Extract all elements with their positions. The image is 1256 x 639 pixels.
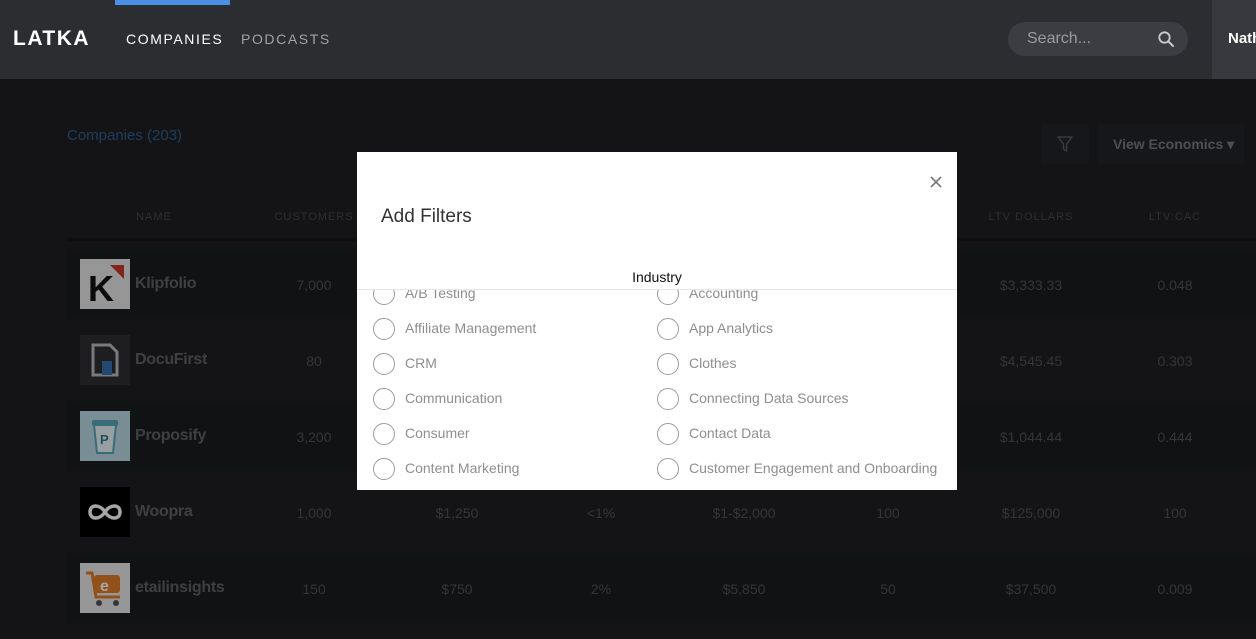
option-label: Accounting	[689, 290, 759, 301]
industry-option[interactable]: App Analytics	[657, 317, 947, 341]
search-box	[1008, 22, 1188, 56]
option-label: Communication	[405, 390, 503, 406]
option-label: A/B Testing	[405, 290, 476, 301]
industry-option[interactable]: CRM	[373, 352, 663, 376]
industry-option[interactable]: Customer Engagement and Onboarding	[657, 457, 947, 481]
radio-button[interactable]	[373, 423, 395, 445]
option-label: Clothes	[689, 355, 737, 371]
radio-button[interactable]	[373, 290, 395, 305]
top-navbar: LATKA COMPANIES PODCASTS Nathan	[0, 0, 1256, 79]
option-label: Consumer	[405, 425, 470, 441]
industry-option[interactable]: Consumer	[373, 422, 663, 446]
industry-option[interactable]: Clothes	[657, 352, 947, 376]
option-label: CRM	[405, 355, 437, 371]
radio-button[interactable]	[657, 388, 679, 410]
nav-podcasts[interactable]: PODCASTS	[241, 31, 331, 47]
radio-button[interactable]	[657, 353, 679, 375]
close-icon[interactable]	[926, 172, 946, 192]
add-filters-modal: Add Filters Industry A/B Testing Account…	[357, 152, 957, 490]
industry-option[interactable]: A/B Testing	[373, 290, 663, 306]
active-tab-indicator	[115, 0, 230, 5]
industry-option[interactable]: Accounting	[657, 290, 947, 306]
radio-button[interactable]	[373, 388, 395, 410]
option-label: Affiliate Management	[405, 320, 537, 336]
industry-option[interactable]: Content Marketing	[373, 457, 663, 481]
option-label: Connecting Data Sources	[689, 390, 849, 406]
option-label: Contact Data	[689, 425, 771, 441]
industry-section-label: Industry	[632, 269, 682, 285]
user-menu[interactable]: Nathan	[1212, 0, 1256, 79]
option-label: Customer Engagement and Onboarding	[689, 460, 938, 476]
radio-button[interactable]	[657, 290, 679, 305]
search-input[interactable]	[1027, 29, 1157, 49]
nav-companies[interactable]: COMPANIES	[126, 31, 223, 47]
option-label: App Analytics	[689, 320, 774, 336]
option-label: Content Marketing	[405, 460, 520, 476]
radio-button[interactable]	[657, 423, 679, 445]
radio-button[interactable]	[373, 458, 395, 480]
industry-option[interactable]: Communication	[373, 387, 663, 411]
radio-button[interactable]	[657, 458, 679, 480]
industry-options-list[interactable]: A/B Testing Accounting Affiliate Managem…	[357, 290, 957, 490]
modal-title: Add Filters	[381, 206, 472, 227]
radio-button[interactable]	[373, 318, 395, 340]
industry-option[interactable]: Affiliate Management	[373, 317, 663, 341]
search-icon[interactable]	[1157, 30, 1175, 48]
radio-button[interactable]	[373, 353, 395, 375]
user-name: Nathan	[1228, 30, 1256, 47]
latka-logo[interactable]: LATKA	[13, 27, 90, 51]
industry-option[interactable]: Connecting Data Sources	[657, 387, 947, 411]
industry-option[interactable]: Contact Data	[657, 422, 947, 446]
radio-button[interactable]	[657, 318, 679, 340]
